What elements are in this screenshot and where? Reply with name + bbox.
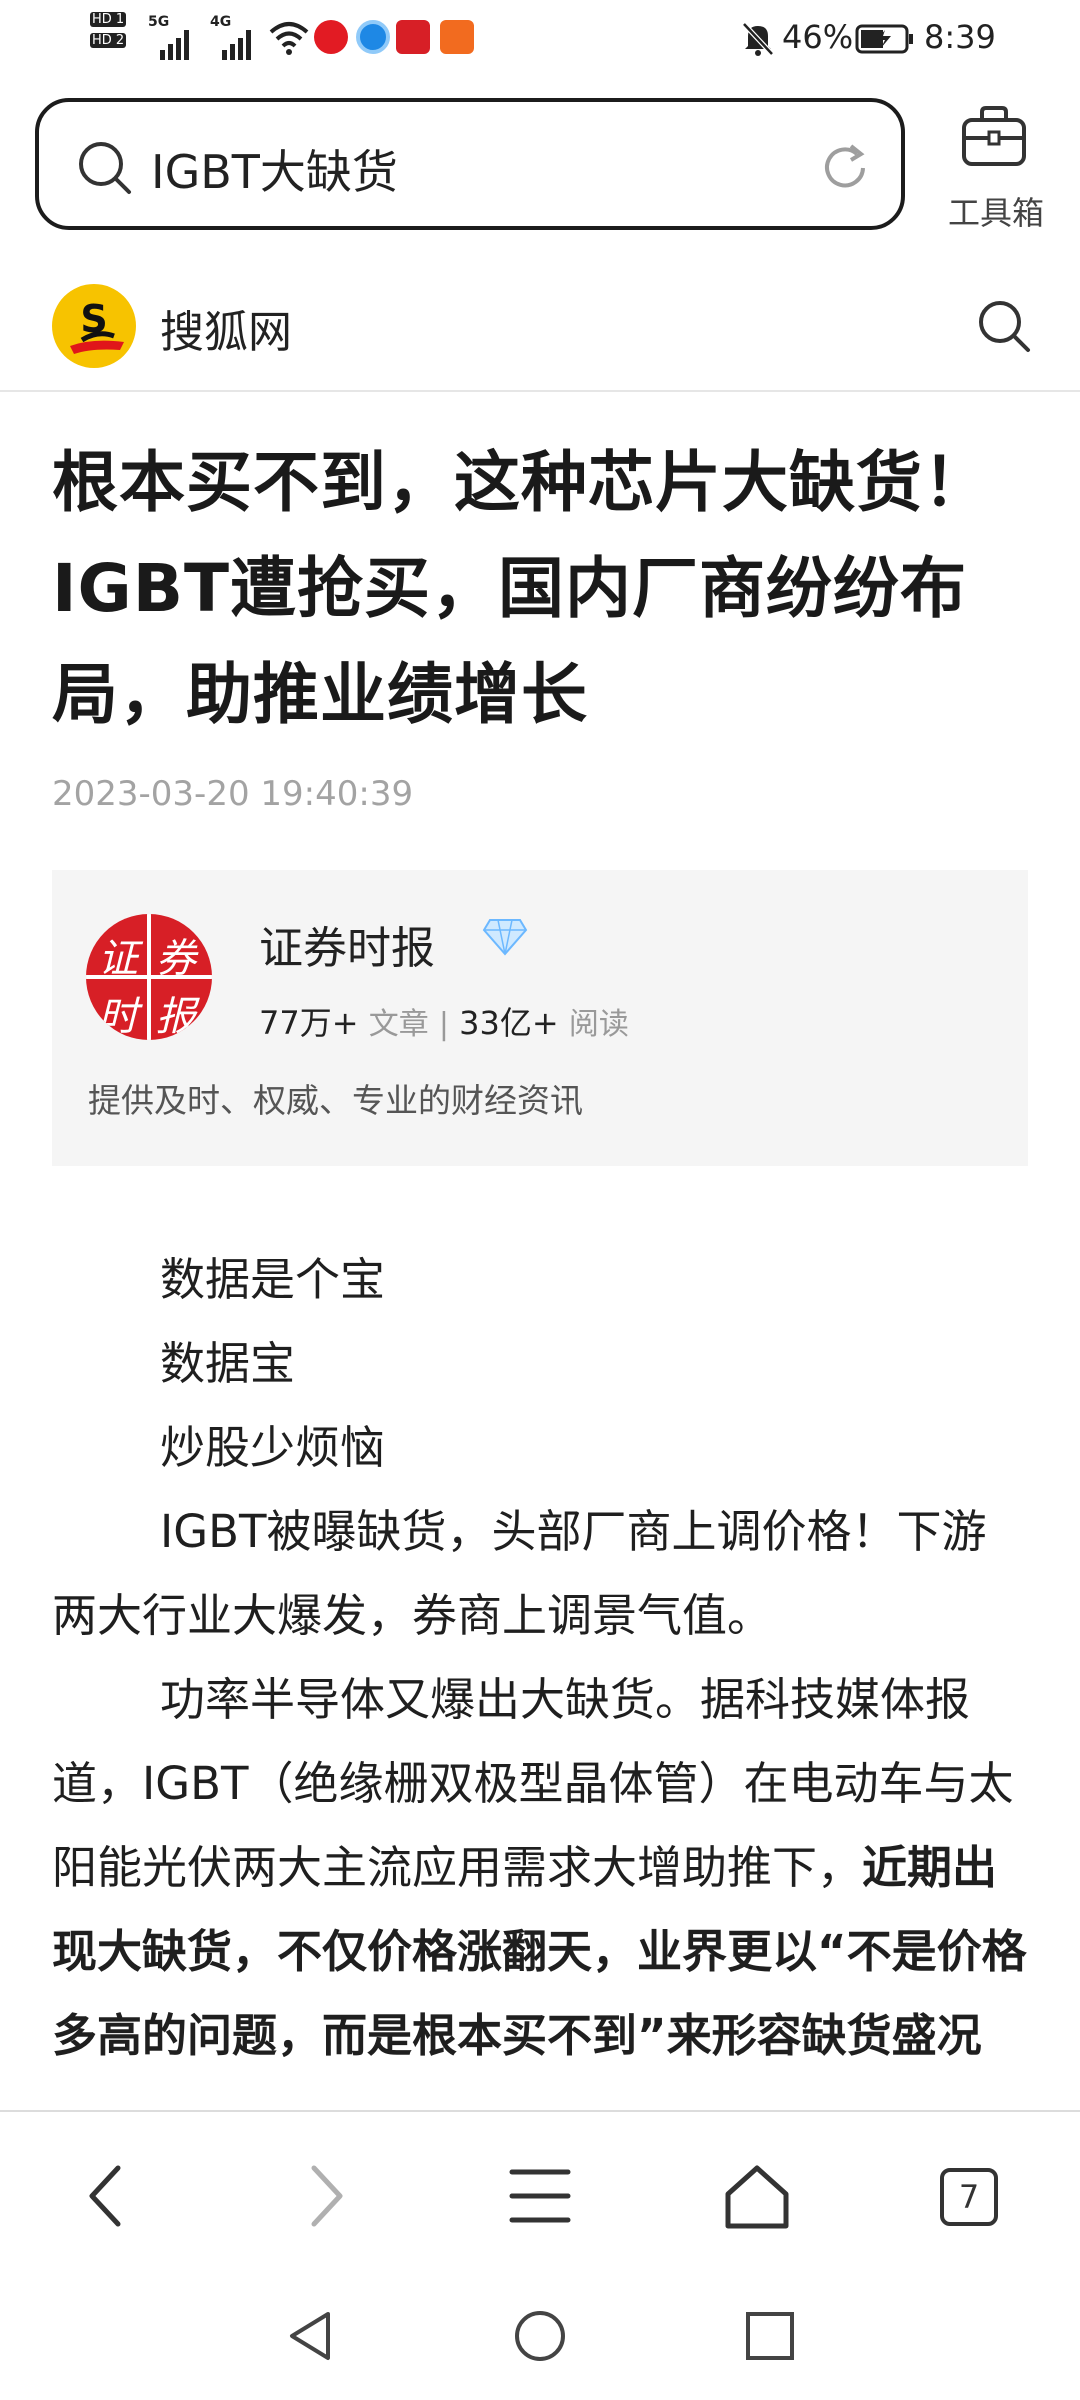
search-query-text: IGBT大缺货 (151, 145, 398, 199)
article-headline: 根本买不到，这种芯片大缺货！IGBT遭抢买，国内厂商纷纷布局，助推业绩增长 (52, 444, 990, 733)
site-header: S 搜狐网 (0, 256, 1080, 392)
sohu-logo[interactable]: S (52, 284, 136, 368)
article-count-label: 文章 (368, 1007, 429, 1042)
site-search-icon[interactable] (976, 298, 1032, 354)
author-description: 提供及时、权威、专业的财经资讯 (88, 1081, 583, 1120)
toolbox-icon (962, 106, 1026, 166)
tabs-button[interactable]: 7 (940, 2168, 998, 2226)
status-bar: HD 1 HD 2 5G 4G 46% 8:39 (0, 0, 1080, 78)
app-notification-icon (440, 20, 474, 54)
app-notification-icon (356, 20, 390, 54)
verified-diamond-icon (482, 919, 528, 956)
article-body: 数据是个宝 数据宝 炒股少烦恼 IGBT被曝缺货，头部厂商上调价格！下游两大行业… (52, 1238, 1028, 2078)
battery-icon (855, 24, 913, 54)
search-input[interactable]: IGBT大缺货 (35, 98, 905, 230)
system-nav-bar (0, 2270, 1080, 2400)
refresh-icon[interactable] (817, 140, 873, 196)
home-button[interactable] (722, 2164, 792, 2230)
author-card[interactable]: 证 券 时 报 证券时报 77万+ 文章 | 33亿+ 阅读 提供及时、权威、专… (52, 870, 1028, 1166)
article-count: 77万+ (259, 1004, 359, 1042)
author-stats: 77万+ 文章 | 33亿+ 阅读 (259, 1004, 629, 1042)
hd-indicator: HD 1 HD 2 (90, 12, 127, 48)
read-count-label: 阅读 (568, 1007, 629, 1042)
system-back-icon[interactable] (284, 2308, 336, 2364)
wifi-icon (269, 22, 309, 55)
article-paragraph: 数据宝 (160, 1337, 296, 1390)
article-paragraph: IGBT被曝缺货，头部厂商上调价格！下游两大行业大爆发，券商上调景气值。 (52, 1505, 987, 1642)
battery-percent: 46% (782, 18, 854, 56)
author-avatar[interactable]: 证 券 时 报 (86, 914, 212, 1040)
read-count: 33亿+ (459, 1004, 559, 1042)
hd2-badge: HD 2 (90, 33, 127, 48)
svg-text:S: S (80, 297, 107, 341)
toolbox-label: 工具箱 (948, 194, 1045, 232)
article-paragraph: 功率半导体又爆出大缺货。据科技媒体报道，IGBT（绝缘栅双极型晶体管）在电动车与… (52, 1673, 1027, 2062)
system-home-icon[interactable] (512, 2308, 568, 2364)
article-paragraph: 数据是个宝 (160, 1253, 386, 1306)
publish-time: 2023-03-20 19:40:39 (52, 774, 414, 814)
menu-button[interactable] (508, 2166, 572, 2226)
forward-button[interactable] (300, 2164, 350, 2228)
article-paragraph: 炒股少烦恼 (160, 1421, 386, 1474)
clock: 8:39 (924, 18, 996, 56)
author-name[interactable]: 证券时报 (259, 912, 435, 976)
browser-bottom-nav: 7 (0, 2110, 1080, 2272)
site-name[interactable]: 搜狐网 (160, 296, 292, 360)
hd1-badge: HD 1 (90, 12, 127, 27)
mute-bell-icon (742, 22, 774, 56)
system-recents-icon[interactable] (744, 2310, 796, 2362)
search-icon (79, 142, 131, 194)
app-notification-icon (396, 20, 430, 54)
app-notification-icon (314, 20, 348, 54)
back-button[interactable] (82, 2164, 132, 2228)
